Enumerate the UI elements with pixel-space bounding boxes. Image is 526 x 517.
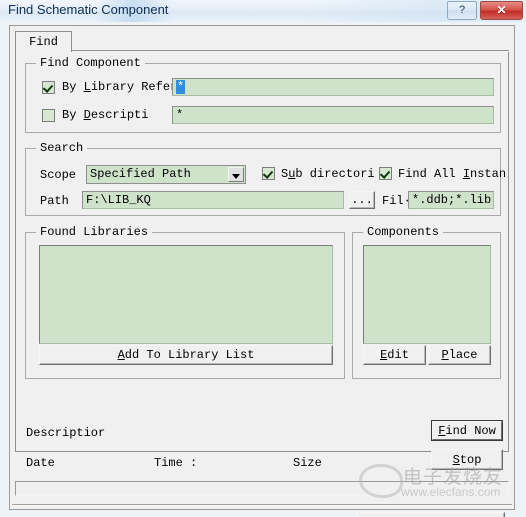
tab-find[interactable]: Find (15, 31, 72, 53)
description-result-label: Descriptior (26, 426, 106, 440)
path-value: F:\LIB_KQ (86, 193, 151, 207)
btn-text: Find Now (432, 421, 502, 440)
file-extension-input[interactable]: *.ddb;*.lib (408, 191, 494, 209)
lbl-prefix: By (62, 108, 84, 122)
btn-accel: P (441, 348, 449, 362)
scope-select[interactable]: Specified Path (86, 165, 246, 184)
help-titlebar-button[interactable]: ? (447, 1, 477, 20)
tab-page-find: Find Component By Library Refere * By De… (15, 52, 509, 452)
btn-suffix: dit (387, 348, 409, 362)
edit-component-button[interactable]: Edit (363, 345, 426, 365)
lbl-suffix: escripti (90, 108, 149, 122)
btn-accel: F (438, 423, 446, 438)
components-legend: Components (363, 225, 444, 239)
by-description-checkbox[interactable] (42, 109, 55, 122)
by-library-reference-checkbox[interactable] (42, 81, 55, 94)
scope-value: Specified Path (90, 167, 191, 181)
found-libraries-list[interactable] (39, 245, 333, 344)
window-title: Find Schematic Component (8, 2, 169, 17)
find-component-legend: Find Component (36, 56, 145, 70)
btn-text: Edit (380, 348, 409, 362)
chevron-down-icon[interactable] (228, 167, 244, 182)
status-bar (15, 481, 509, 496)
help-button[interactable]: Help (357, 512, 505, 517)
find-all-instances-checkbox[interactable] (379, 167, 392, 180)
btn-suffix: lace (448, 348, 478, 362)
find-now-button[interactable]: Find Now (431, 420, 503, 441)
add-to-library-list-button[interactable]: Add To Library List (39, 345, 333, 365)
question-mark-icon: ? (458, 4, 466, 16)
scope-label: Scope (40, 168, 77, 182)
btn-suffix: dd To Library List (124, 348, 255, 362)
btn-accel: S (452, 452, 460, 467)
components-list[interactable] (363, 245, 491, 344)
size-result-label: Size (293, 456, 322, 470)
place-component-button[interactable]: Place (428, 345, 491, 365)
by-library-reference-label: By Library Refere (62, 80, 184, 94)
sub-directories-label: Sub directori (281, 167, 375, 181)
btn-text: Add To Library List (118, 348, 255, 362)
lbl-suffix: nstan (470, 167, 507, 181)
dialog-frame: Find Find Component By Library Refere * (9, 25, 515, 517)
path-label: Path (40, 194, 69, 208)
lbl-accel: L (83, 80, 91, 94)
description-value: * (176, 108, 184, 122)
by-description-label: By Descripti (62, 108, 148, 122)
lbl-accel: I (462, 167, 471, 181)
close-icon: ✕ (496, 3, 507, 17)
stop-button[interactable]: Stop (431, 449, 503, 470)
library-reference-value: * (176, 80, 186, 94)
search-legend: Search (36, 141, 88, 155)
components-group: Components Edit Place (352, 225, 501, 379)
close-button[interactable]: ✕ (480, 1, 523, 20)
library-reference-input[interactable]: * (172, 78, 494, 96)
footer-separator (12, 504, 512, 506)
btn-suffix: top (459, 452, 482, 467)
btn-text: Place (441, 348, 477, 362)
btn-suffix: ind Now (445, 423, 496, 438)
lbl-accel: D (83, 108, 91, 122)
title-bar: Find Schematic Component ? ✕ (0, 0, 526, 23)
lbl-suffix: ibrary Refere (90, 80, 185, 94)
found-libraries-legend: Found Libraries (36, 225, 153, 239)
sub-directories-checkbox[interactable] (262, 167, 275, 180)
btn-text: Stop (453, 453, 482, 467)
find-component-group: Find Component By Library Refere * By De… (25, 56, 501, 133)
dialog-client-area: Find Find Component By Library Refere * (0, 22, 526, 517)
description-input[interactable]: * (172, 106, 494, 124)
date-result-label: Date (26, 456, 55, 470)
lbl-prefix: Find All (398, 167, 463, 181)
path-input[interactable]: F:\LIB_KQ (82, 191, 344, 209)
file-extension-label: Fil· (382, 194, 411, 208)
find-schematic-component-dialog: Find Schematic Component ? ✕ Find Find C… (0, 0, 526, 517)
tab-strip: Find (15, 31, 509, 53)
find-all-instances-label: Find All Instan (398, 167, 506, 181)
file-extension-value: *.ddb;*.lib (412, 193, 492, 207)
lbl-suffix: b directori (295, 167, 375, 181)
time-result-label: Time : (154, 456, 198, 470)
lbl-prefix: By (62, 80, 84, 94)
found-libraries-group: Found Libraries Add To Library List (25, 225, 345, 379)
browse-path-button[interactable]: ... (349, 191, 375, 209)
btn-accel: A (117, 348, 125, 362)
search-group: Search Scope Specified Path Sub director… (25, 141, 506, 216)
